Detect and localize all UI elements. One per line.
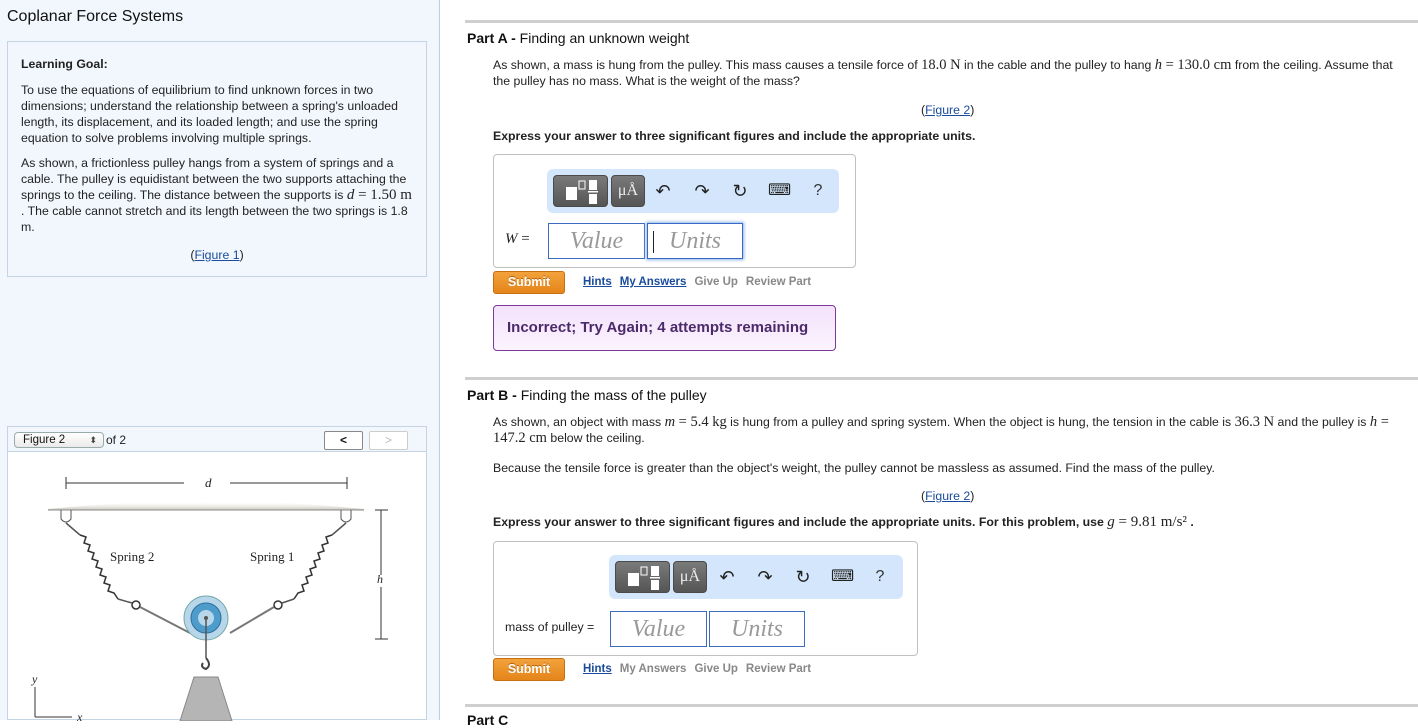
- part-b-figure-link-wrap: (Figure 2): [921, 489, 975, 503]
- part-b-instruction: Express your answer to three significant…: [493, 514, 1194, 530]
- h-equation: h = 130.0 cm: [1154, 57, 1232, 73]
- template-button[interactable]: [615, 561, 670, 593]
- pulley-figure: d Spring 2 Spring 1 h y x: [31, 475, 388, 721]
- part-b-divider: [465, 377, 1418, 380]
- part-b-hints-link[interactable]: Hints: [583, 663, 612, 675]
- part-a-hints-link[interactable]: Hints: [583, 276, 612, 288]
- part-b-my-answers-link[interactable]: My Answers: [620, 663, 687, 675]
- units-button[interactable]: μÅ: [611, 175, 645, 207]
- force-value: 18.0 N: [921, 57, 961, 73]
- left-panel: Coplanar Force Systems Learning Goal: To…: [0, 0, 440, 721]
- figure-select[interactable]: Figure 2 ⬍: [14, 432, 104, 448]
- redo-icon[interactable]: ↷: [692, 181, 712, 201]
- right-support: [340, 510, 352, 523]
- d-dimension: d: [65, 475, 348, 490]
- part-a-title: Part A - Finding an unknown weight: [467, 30, 690, 46]
- part-a-figure-link-wrap: (Figure 2): [921, 103, 975, 117]
- learning-goal-box: Learning Goal: To use the equations of e…: [7, 41, 427, 277]
- w-label: W =: [505, 231, 530, 247]
- fraction-template-icon: [566, 180, 598, 204]
- spring-1: [293, 534, 333, 600]
- part-a-submit-button[interactable]: Submit: [493, 271, 565, 294]
- figure-1-link[interactable]: Figure 1: [194, 248, 239, 262]
- part-a-links: Hints My Answers Give Up Review Part: [583, 276, 819, 288]
- part-a-review-part-link[interactable]: Review Part: [746, 276, 811, 288]
- svg-text:y: y: [31, 672, 38, 686]
- redo-icon[interactable]: ↷: [755, 567, 775, 587]
- figure-1-link-wrap: (Figure 1): [190, 248, 244, 262]
- svg-text:x: x: [76, 710, 83, 721]
- reset-icon[interactable]: ↻: [730, 181, 750, 201]
- part-a-figure-link[interactable]: Figure 2: [925, 103, 970, 117]
- spring-1-label: Spring 1: [250, 549, 294, 564]
- part-a-my-answers-link[interactable]: My Answers: [620, 276, 687, 288]
- part-a-divider: [465, 20, 1418, 23]
- part-a-answer-box: μÅ ↶ ↷ ↻ ⌨ ? W = Value Units: [493, 154, 856, 268]
- tension-value: 36.3 N: [1234, 414, 1275, 430]
- part-b-title: Part B - Finding the mass of the pulley: [467, 387, 707, 403]
- learning-goal-heading: Learning Goal:: [21, 57, 108, 71]
- undo-icon[interactable]: ↶: [717, 567, 737, 587]
- part-b-value-input[interactable]: Value: [610, 611, 707, 647]
- part-c-divider: [465, 704, 1418, 707]
- part-b-give-up-link[interactable]: Give Up: [694, 663, 737, 675]
- left-support: [60, 510, 72, 523]
- part-b-review-part-link[interactable]: Review Part: [746, 663, 811, 675]
- part-b-submit-button[interactable]: Submit: [493, 658, 565, 681]
- m-equation: m = 5.4 kg: [664, 414, 727, 430]
- weight-block: [179, 676, 233, 721]
- part-a-units-input[interactable]: Units: [647, 223, 743, 259]
- keyboard-icon[interactable]: ⌨: [831, 567, 854, 587]
- intro-text-b: . The cable cannot stretch and its lengt…: [21, 204, 408, 234]
- spring-2: [79, 534, 119, 600]
- keyboard-icon[interactable]: ⌨: [768, 181, 791, 201]
- page-title: Coplanar Force Systems: [7, 8, 184, 25]
- part-a-give-up-link[interactable]: Give Up: [694, 276, 737, 288]
- ceiling: [48, 501, 364, 510]
- problem-intro-text: As shown, a frictionless pulley hangs fr…: [21, 155, 413, 235]
- units-button[interactable]: μÅ: [673, 561, 707, 593]
- learning-goal-text: To use the equations of equilibrium to f…: [21, 83, 398, 145]
- h-label: h: [377, 572, 383, 586]
- figure-viewer: Figure 2 ⬍ of 2 < > d Spring 2 Spring 1 …: [7, 426, 427, 721]
- spring-2-label: Spring 2: [110, 549, 154, 564]
- undo-icon[interactable]: ↶: [653, 181, 673, 201]
- select-arrows-icon: ⬍: [89, 435, 97, 445]
- part-a-feedback: Incorrect; Try Again; 4 attempts remaini…: [493, 305, 836, 351]
- h-dimension: h: [375, 509, 388, 640]
- mass-of-pulley-label: mass of pulley =: [505, 620, 595, 634]
- fraction-template-icon: [628, 566, 660, 590]
- part-b-links: Hints My Answers Give Up Review Part: [583, 663, 819, 675]
- part-b-explanation: Because the tensile force is greater tha…: [493, 461, 1215, 475]
- reset-icon[interactable]: ↻: [793, 567, 813, 587]
- d-equation: d = 1.50 m: [346, 187, 412, 203]
- help-icon[interactable]: ?: [808, 181, 828, 201]
- part-a-math-toolbar: μÅ ↶ ↷ ↻ ⌨ ?: [547, 169, 839, 213]
- part-a-instruction: Express your answer to three significant…: [493, 129, 976, 143]
- part-b-figure-link[interactable]: Figure 2: [925, 489, 970, 503]
- part-a-question: As shown, a mass is hung from the pulley…: [493, 57, 1393, 88]
- xy-axes: y x: [31, 672, 83, 721]
- figure-count: of 2: [106, 433, 127, 447]
- prev-figure-button[interactable]: <: [324, 431, 363, 450]
- next-figure-button[interactable]: >: [369, 431, 408, 450]
- part-c-title: Part C: [467, 712, 509, 728]
- figure-toolbar: Figure 2 ⬍ of 2 < >: [8, 427, 426, 452]
- part-b-math-toolbar: μÅ ↶ ↷ ↻ ⌨ ?: [609, 555, 903, 599]
- text-caret: [653, 231, 654, 253]
- help-icon[interactable]: ?: [870, 567, 890, 587]
- part-b-answer-box: μÅ ↶ ↷ ↻ ⌨ ? mass of pulley = Value Unit…: [493, 541, 918, 656]
- template-button[interactable]: [553, 175, 608, 207]
- d-label: d: [205, 475, 212, 490]
- part-a-value-input[interactable]: Value: [548, 223, 645, 259]
- part-b-units-input[interactable]: Units: [709, 611, 805, 647]
- part-b-question: As shown, an object with mass m = 5.4 kg…: [493, 414, 1389, 446]
